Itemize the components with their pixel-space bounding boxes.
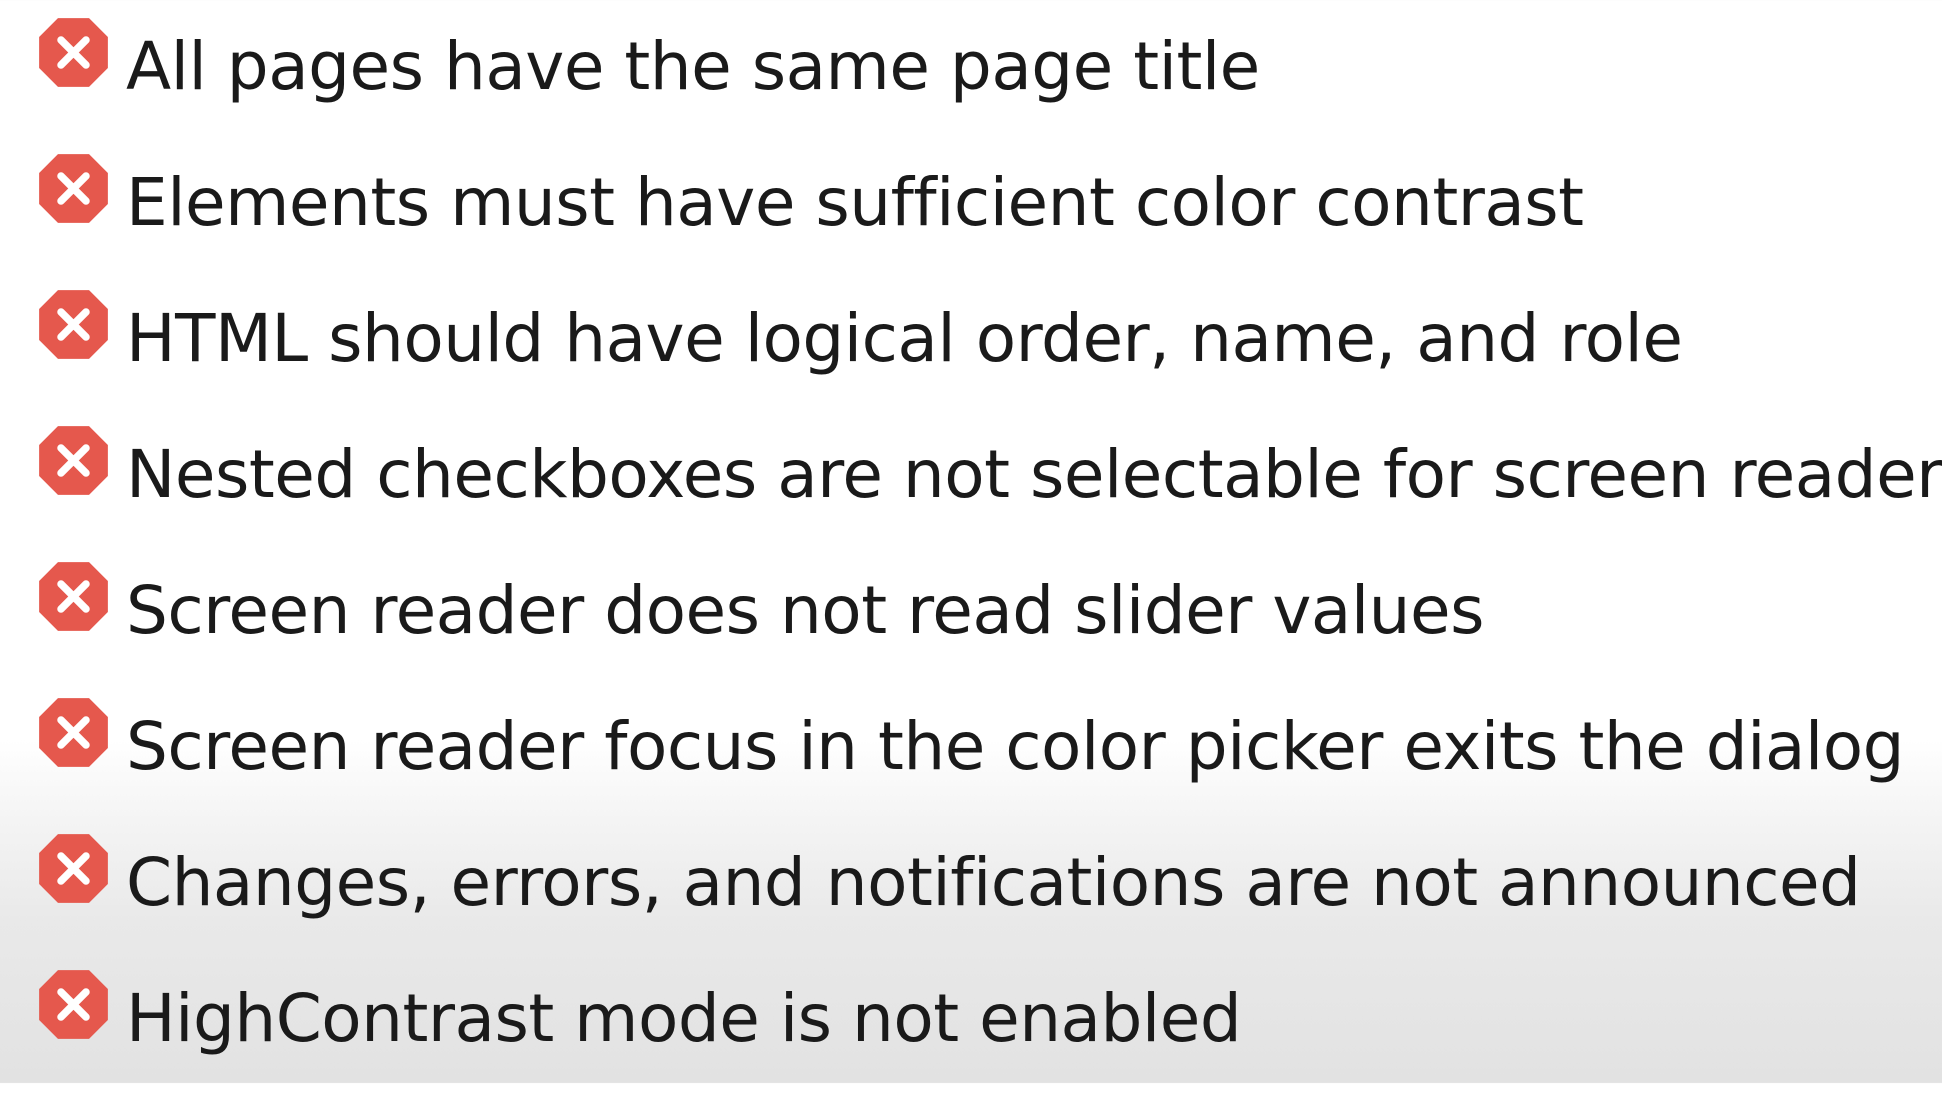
issue-text: HTML should have logical order, name, an… [126, 300, 1683, 377]
error-x-icon [36, 15, 111, 90]
list-item: All pages have the same page title [36, 10, 1936, 146]
issue-text: HighContrast mode is not enabled [126, 980, 1242, 1057]
issue-text: Nested checkboxes are not selectable for… [126, 436, 1942, 513]
list-item: Screen reader does not read slider value… [36, 554, 1936, 690]
error-x-icon [36, 151, 111, 226]
error-x-icon [36, 831, 111, 906]
error-x-icon [36, 287, 111, 362]
issue-text: All pages have the same page title [126, 28, 1260, 105]
list-item: Elements must have sufficient color cont… [36, 146, 1936, 282]
issue-checklist: All pages have the same page title Eleme… [36, 10, 1942, 1098]
error-x-icon [36, 695, 111, 770]
list-item: Nested checkboxes are not selectable for… [36, 418, 1942, 554]
error-x-icon [36, 967, 111, 1042]
list-item: Changes, errors, and notifications are n… [36, 826, 1936, 962]
list-item: HTML should have logical order, name, an… [36, 282, 1936, 418]
issue-text: Screen reader does not read slider value… [126, 572, 1485, 649]
issue-text: Elements must have sufficient color cont… [126, 164, 1584, 241]
issue-text: Screen reader focus in the color picker … [126, 708, 1905, 785]
error-x-icon [36, 423, 111, 498]
issue-text: Changes, errors, and notifications are n… [126, 844, 1861, 921]
list-item: HighContrast mode is not enabled [36, 962, 1936, 1098]
error-x-icon [36, 559, 111, 634]
list-item: Screen reader focus in the color picker … [36, 690, 1936, 826]
